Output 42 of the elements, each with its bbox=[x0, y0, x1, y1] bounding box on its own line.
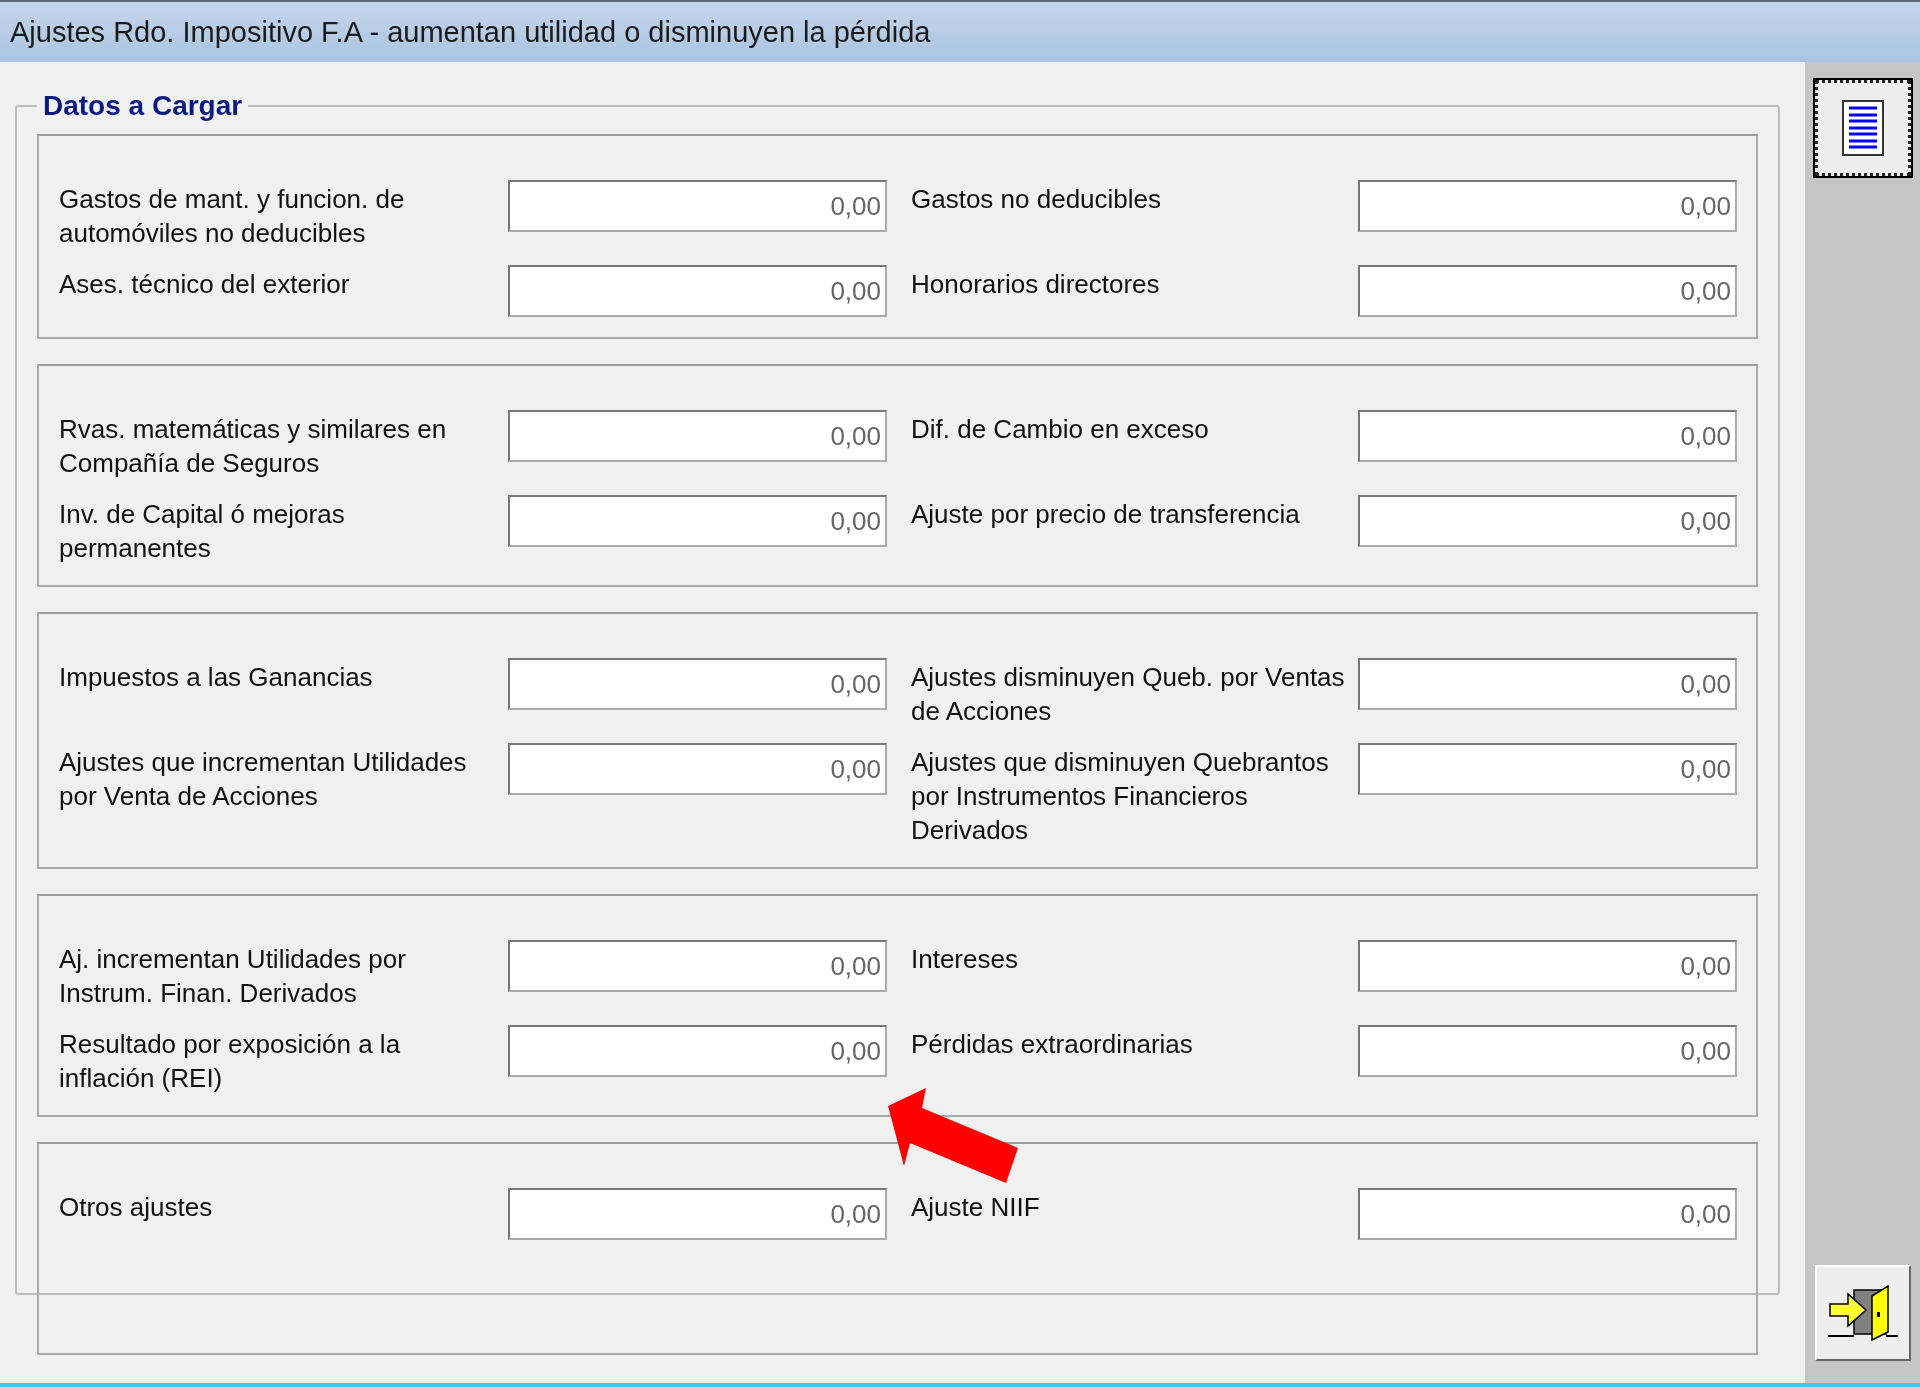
input-field[interactable]: 0,00 bbox=[1358, 658, 1737, 710]
input-field[interactable]: 0,00 bbox=[508, 180, 887, 232]
input-field[interactable]: 0,00 bbox=[1358, 1025, 1737, 1077]
field-label: Gastos de mant. y funcion. de automóviles no deducibles bbox=[59, 183, 406, 250]
input-field[interactable]: 0,00 bbox=[508, 410, 887, 462]
field-label: Ajustes disminuyen Queb. por Ventas de Acciones bbox=[910, 661, 1346, 728]
field-label: Resultado por exposición a la inflación (REI) bbox=[59, 1028, 402, 1095]
exit-button[interactable] bbox=[1814, 1265, 1911, 1361]
field-label: Impuestos a las Ganancias bbox=[59, 661, 374, 694]
input-field[interactable]: 0,00 bbox=[508, 743, 887, 795]
field-label: Dif. de Cambio en exceso bbox=[910, 413, 1210, 446]
field-label: Intereses bbox=[910, 943, 1019, 976]
document-button[interactable] bbox=[1814, 80, 1911, 176]
input-field[interactable]: 0,00 bbox=[1358, 495, 1737, 547]
input-field[interactable]: 0,00 bbox=[1358, 265, 1737, 317]
field-label: Ases. técnico del exterior bbox=[59, 268, 351, 301]
input-field[interactable]: 0,00 bbox=[508, 658, 887, 710]
field-label: Ajustes que incrementan Utilidades por Venta de Acciones bbox=[59, 746, 468, 813]
field-label: Pérdidas extraordinarias bbox=[910, 1028, 1194, 1061]
document-icon bbox=[1841, 100, 1884, 156]
input-field[interactable]: 0,00 bbox=[508, 1188, 887, 1240]
field-label: Ajuste por precio de transferencia bbox=[910, 498, 1301, 531]
input-field[interactable]: 0,00 bbox=[1358, 1188, 1737, 1240]
field-label: Gastos no deducibles bbox=[910, 183, 1163, 216]
field-label: Honorarios directores bbox=[910, 268, 1161, 301]
field-label: Inv. de Capital ó mejoras permanentes bbox=[59, 498, 346, 565]
field-label: Ajustes que disminuyen Quebrantos por Instrumentos Financieros Derivados bbox=[910, 746, 1330, 847]
input-field[interactable]: 0,00 bbox=[508, 265, 887, 317]
field-label: Aj. incrementan Utilidades por Instrum. Finan. Derivados bbox=[59, 943, 407, 1010]
input-field[interactable]: 0,00 bbox=[1358, 410, 1737, 462]
field-label: Rvas. matemáticas y similares en Compañía de Seguros bbox=[59, 413, 448, 480]
input-field[interactable]: 0,00 bbox=[508, 1025, 887, 1077]
input-field[interactable]: 0,00 bbox=[1358, 743, 1737, 795]
window-title: Ajustes Rdo. Impositivo F.A - aumentan utilidad o disminuyen la pérdida bbox=[10, 16, 931, 48]
input-field[interactable]: 0,00 bbox=[508, 495, 887, 547]
group-title: Datos a Cargar bbox=[42, 90, 244, 122]
field-label: Ajuste NIIF bbox=[910, 1191, 1041, 1224]
field-label: Otros ajustes bbox=[59, 1191, 214, 1224]
exit-door-icon bbox=[1827, 1282, 1898, 1344]
input-field[interactable]: 0,00 bbox=[1358, 940, 1737, 992]
input-field[interactable]: 0,00 bbox=[1358, 180, 1737, 232]
input-field[interactable]: 0,00 bbox=[508, 940, 887, 992]
